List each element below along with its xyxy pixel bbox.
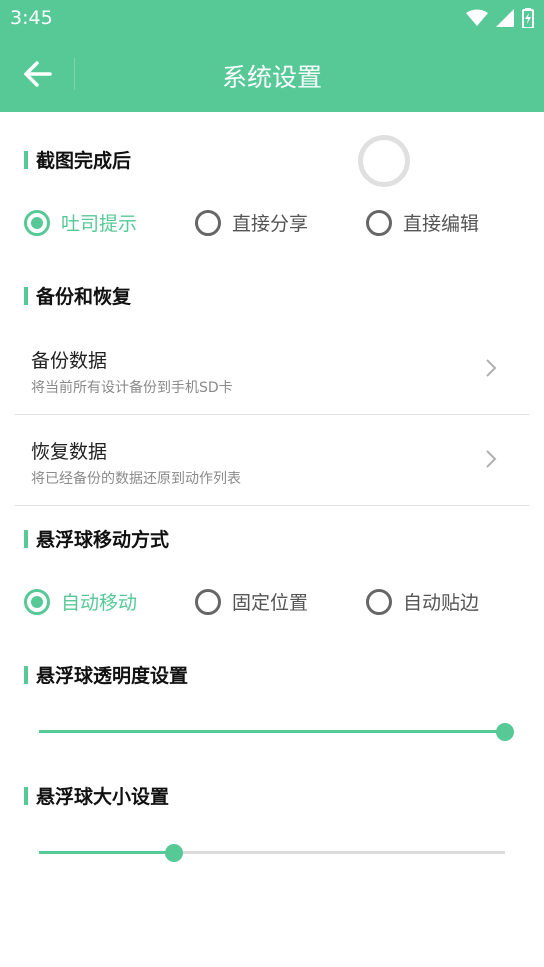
status-time: 3:45 (10, 7, 53, 29)
radio-label: 直接分享 (232, 213, 309, 235)
size-slider[interactable] (39, 842, 505, 862)
section-accent-bar (24, 666, 28, 684)
float-move-radio-group: 自动移动 固定位置 自动贴边 (24, 588, 544, 624)
radio-circle (366, 588, 392, 615)
section-accent-bar (24, 787, 28, 805)
section-title-text: 悬浮球透明度设置 (36, 665, 189, 687)
slider-thumb[interactable] (496, 723, 514, 741)
chevron-right-icon (486, 359, 497, 377)
list-item-title: 备份数据 (31, 350, 108, 372)
section-title-size: 悬浮球大小设置 (24, 782, 169, 809)
loading-spinner (358, 135, 410, 187)
radio-circle (195, 588, 221, 615)
section-title-screenshot: 截图完成后 (24, 146, 131, 173)
section-title-text: 悬浮球大小设置 (36, 786, 170, 808)
radio-share[interactable]: 直接分享 (195, 209, 308, 236)
slider-fill (39, 730, 505, 733)
radio-auto-edge[interactable]: 自动贴边 (366, 588, 479, 615)
radio-label: 自动移动 (61, 592, 138, 614)
radio-toast[interactable]: 吐司提示 (24, 209, 137, 236)
section-title-float-move: 悬浮球移动方式 (24, 525, 169, 552)
backup-data-item[interactable]: 备份数据 将当前所有设计备份到手机SD卡 (15, 324, 529, 414)
radio-circle (195, 209, 221, 236)
restore-data-item[interactable]: 恢复数据 将已经备份的数据还原到动作列表 (15, 415, 529, 505)
radio-edit[interactable]: 直接编辑 (366, 209, 479, 236)
list-item-title: 恢复数据 (31, 441, 108, 463)
chevron-right-icon (486, 450, 497, 468)
slider-thumb[interactable] (165, 844, 184, 862)
opacity-slider[interactable] (39, 721, 514, 741)
radio-fixed-position[interactable]: 固定位置 (195, 588, 308, 615)
battery-icon (522, 8, 534, 28)
list-divider (15, 505, 529, 506)
section-title-text: 备份和恢复 (36, 286, 132, 308)
section-title-text: 截图完成后 (36, 150, 132, 172)
radio-label: 自动贴边 (403, 592, 480, 614)
section-title-text: 悬浮球移动方式 (36, 529, 170, 551)
radio-label: 固定位置 (232, 592, 309, 614)
list-item-subtitle: 将已经备份的数据还原到动作列表 (31, 471, 241, 487)
wifi-icon (466, 9, 488, 26)
radio-circle (24, 588, 50, 615)
section-accent-bar (24, 151, 28, 169)
section-accent-bar (24, 287, 28, 305)
radio-label: 直接编辑 (403, 213, 480, 235)
status-bar: 3:45 (0, 0, 544, 36)
screenshot-radio-group: 吐司提示 直接分享 直接编辑 (24, 209, 544, 245)
radio-auto-move[interactable]: 自动移动 (24, 588, 137, 615)
app-bar: 系统设置 (0, 36, 544, 112)
radio-circle (24, 209, 50, 236)
signal-icon (496, 9, 514, 27)
status-icons (466, 8, 534, 28)
list-item-subtitle: 将当前所有设计备份到手机SD卡 (31, 380, 233, 396)
page-title: 系统设置 (221, 63, 322, 92)
slider-fill (39, 851, 175, 854)
section-title-opacity: 悬浮球透明度设置 (24, 661, 188, 688)
radio-label: 吐司提示 (61, 213, 138, 235)
section-title-backup: 备份和恢复 (24, 282, 131, 309)
section-accent-bar (24, 530, 28, 548)
radio-circle (366, 209, 392, 236)
